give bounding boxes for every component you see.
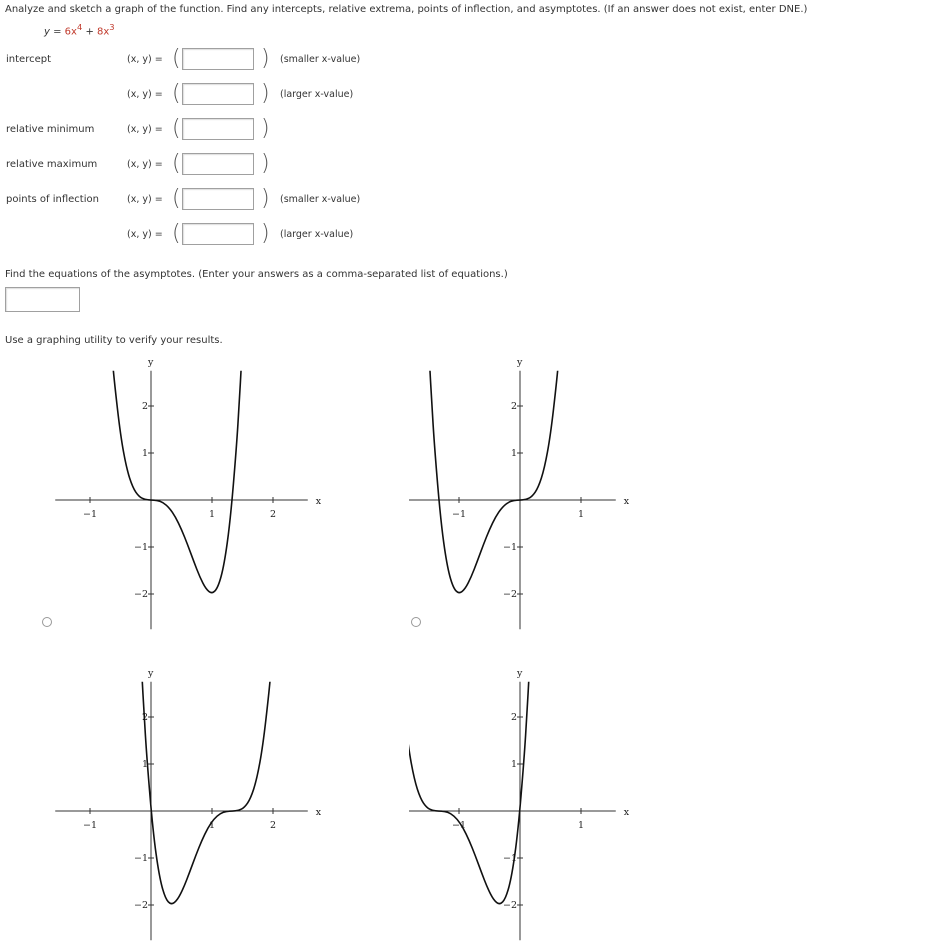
y-tick-label: −2 [134, 900, 148, 911]
row-note: (larger x-value) [280, 229, 354, 240]
xy-label: (x, y) = [127, 124, 163, 135]
point-input[interactable] [182, 48, 254, 70]
point-input[interactable] [182, 83, 254, 105]
function-curve [141, 681, 271, 905]
graph-3: xy−1 1 2−2−112 [55, 668, 322, 941]
y-tick-label: −2 [134, 589, 148, 600]
x-axis-label: x [624, 807, 630, 818]
row-label: relative minimum [6, 124, 95, 135]
open-paren: ( [172, 221, 181, 246]
y-tick-label: −2 [503, 900, 517, 911]
x-axis-label: x [316, 807, 322, 818]
x-axis-label: x [624, 496, 630, 507]
function-curve [429, 370, 559, 594]
y-tick-label: −2 [503, 589, 517, 600]
xy-label: (x, y) = [127, 229, 163, 240]
y-tick-label: 2 [511, 401, 517, 412]
function-eq: = [49, 26, 65, 38]
graph-4: xy−2−11−2−112 [409, 668, 630, 941]
point-input[interactable] [182, 188, 254, 210]
xy-label: (x, y) = [127, 89, 163, 100]
row-note: (larger x-value) [280, 89, 354, 100]
function-curve [112, 370, 242, 594]
x-tick-label: 2 [270, 509, 276, 520]
x-tick-label: 2 [270, 820, 276, 831]
y-tick-label: 1 [511, 448, 517, 459]
open-paren: ( [172, 81, 181, 106]
xy-label: (x, y) = [127, 54, 163, 65]
graph-1: x y −1 1 2 −2 −1 1 2 [55, 357, 322, 630]
function-term1: 6x [64, 26, 77, 38]
graph-2: xy−2−11−2−112 [409, 357, 630, 630]
y-tick-label: 1 [142, 448, 148, 459]
xy-label: (x, y) = [127, 159, 163, 170]
row-note: (smaller x-value) [280, 194, 361, 205]
close-paren: ) [261, 81, 270, 106]
y-tick-label: 1 [511, 759, 517, 770]
close-paren: ) [261, 151, 270, 176]
asymptote-prompt: Find the equations of the asymptotes. (E… [5, 269, 508, 280]
row-label: intercept [6, 54, 51, 65]
close-paren: ) [261, 116, 270, 141]
function-curve [409, 681, 530, 905]
function-plus: + [82, 26, 98, 38]
row-note: (smaller x-value) [280, 54, 361, 65]
x-tick-label: −1 [452, 509, 466, 520]
graph-2-radio[interactable] [411, 617, 421, 627]
xy-label: (x, y) = [127, 194, 163, 205]
close-paren: ) [261, 221, 270, 246]
point-input[interactable] [182, 118, 254, 140]
open-paren: ( [172, 46, 181, 71]
y-axis-label: y [516, 357, 523, 368]
point-input[interactable] [182, 153, 254, 175]
y-axis-label: y [147, 668, 154, 679]
function-expression: y = 6x4 + 8x3 [44, 22, 115, 37]
open-paren: ( [172, 116, 181, 141]
x-tick-label: 1 [209, 509, 215, 520]
graph-1-radio[interactable] [42, 617, 52, 627]
y-tick-label: −1 [134, 542, 148, 553]
asymptote-input[interactable] [5, 287, 80, 312]
y-axis-label: y [147, 357, 154, 368]
y-tick-label: 2 [511, 712, 517, 723]
y-tick-label: 2 [142, 401, 148, 412]
x-tick-label: 1 [578, 820, 584, 831]
point-input[interactable] [182, 223, 254, 245]
y-axis-label: y [516, 668, 523, 679]
x-axis-label: x [316, 496, 322, 507]
row-label: points of inflection [6, 194, 99, 205]
function-term2: 8x [97, 26, 110, 38]
open-paren: ( [172, 151, 181, 176]
close-paren: ) [261, 186, 270, 211]
row-label: relative maximum [6, 159, 98, 170]
y-tick-label: −1 [503, 542, 517, 553]
x-tick-label: −1 [83, 820, 97, 831]
y-tick-label: −1 [134, 853, 148, 864]
x-tick-label: 1 [578, 509, 584, 520]
x-tick-label: −1 [83, 509, 97, 520]
close-paren: ) [261, 46, 270, 71]
open-paren: ( [172, 186, 181, 211]
question-text: Analyze and sketch a graph of the functi… [5, 4, 808, 15]
function-exp2: 3 [109, 22, 115, 32]
